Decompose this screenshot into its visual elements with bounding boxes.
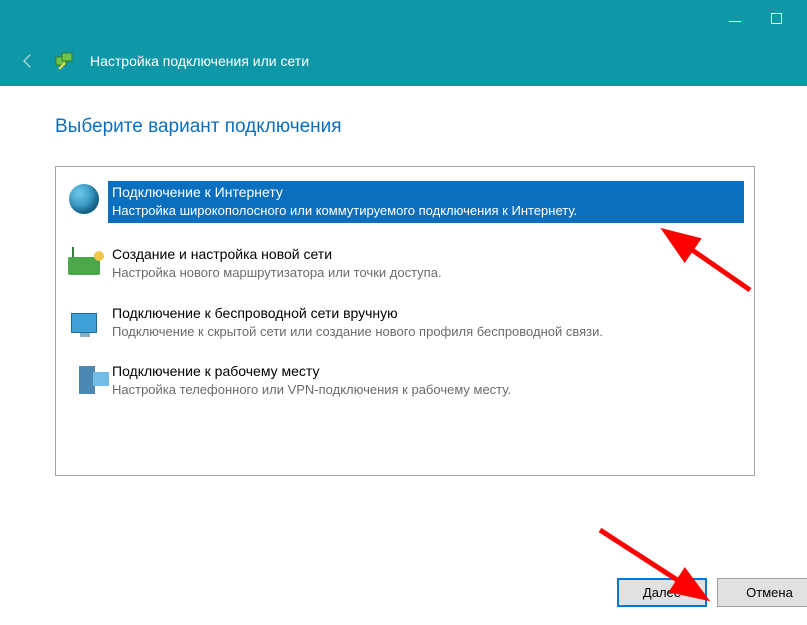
tower-icon — [66, 362, 102, 398]
footer-buttons: Далее Отмена — [617, 578, 807, 607]
option-title: Подключение к рабочему месту — [112, 362, 744, 381]
option-desc: Подключение к скрытой сети или создание … — [112, 323, 744, 341]
option-title: Создание и настройка новой сети — [112, 245, 744, 264]
page-heading: Выберите вариант подключения — [55, 116, 767, 138]
option-title: Подключение к беспроводной сети вручную — [112, 304, 744, 323]
option-workplace[interactable]: Подключение к рабочему месту Настройка т… — [64, 358, 746, 408]
router-icon — [66, 245, 102, 281]
globe-icon — [66, 181, 102, 217]
header: Настройка подключения или сети — [0, 36, 807, 86]
back-arrow-icon[interactable] — [18, 51, 38, 71]
option-desc: Настройка нового маршрутизатора или точк… — [112, 264, 744, 282]
titlebar — [0, 0, 807, 36]
minimize-button[interactable] — [729, 21, 741, 22]
option-wireless-manual[interactable]: Подключение к беспроводной сети вручную … — [64, 300, 746, 350]
option-desc: Настройка телефонного или VPN-подключени… — [112, 381, 744, 399]
network-wizard-icon — [54, 51, 74, 71]
content-area: Выберите вариант подключения Подключение… — [0, 86, 807, 486]
option-new-network[interactable]: Создание и настройка новой сети Настройк… — [64, 241, 746, 291]
option-title: Подключение к Интернету — [112, 183, 738, 202]
monitor-icon — [66, 304, 102, 340]
option-desc: Настройка широкополосного или коммутируе… — [112, 202, 738, 220]
next-button[interactable]: Далее — [617, 578, 707, 607]
connection-options-list[interactable]: Подключение к Интернету Настройка широко… — [55, 166, 755, 476]
maximize-button[interactable] — [771, 13, 782, 24]
cancel-button[interactable]: Отмена — [717, 578, 807, 607]
window-title: Настройка подключения или сети — [90, 53, 309, 69]
option-internet-connection[interactable]: Подключение к Интернету Настройка широко… — [64, 177, 746, 233]
